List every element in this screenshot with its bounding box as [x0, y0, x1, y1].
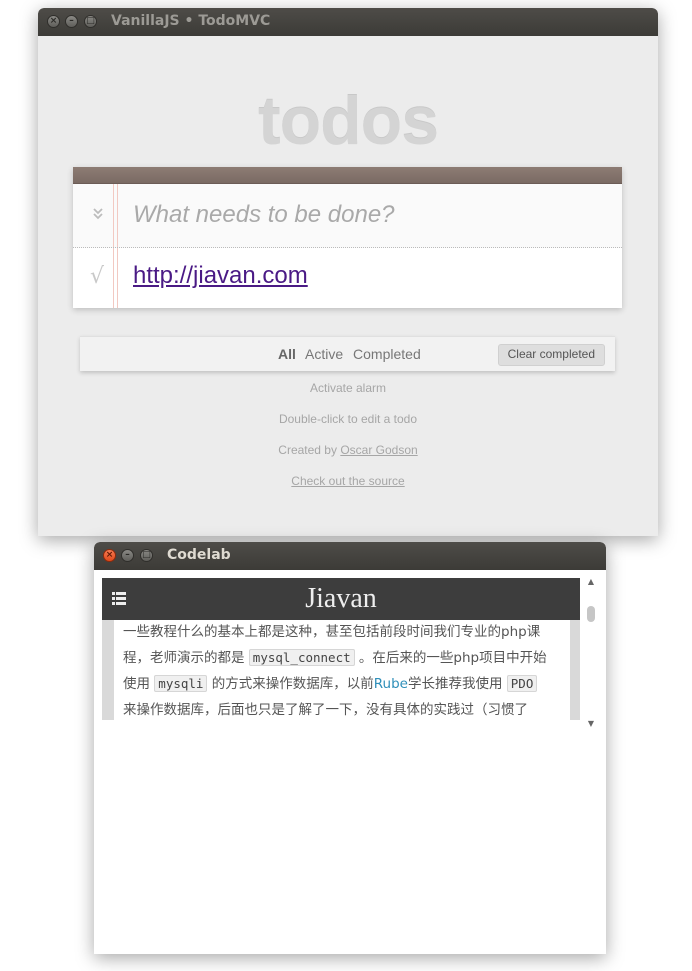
new-todo-row: [73, 184, 622, 248]
codelab-window: × – □ Codelab Jiavan 一些教程什么的基本上都是这种，甚至包括…: [94, 542, 606, 954]
window-title: Codelab: [167, 547, 231, 563]
maximize-window-button[interactable]: □: [84, 15, 97, 28]
article-text-span: 的方式来操作数据库，以前: [207, 676, 374, 692]
article-line: 使用 mysqli 的方式来操作数据库，以前Rube学长推荐我使用 PDO: [123, 671, 569, 697]
todo-footer: All Active Completed Clear completed: [80, 336, 615, 371]
minimize-window-button[interactable]: –: [121, 549, 134, 562]
author-link[interactable]: Oscar Godson: [340, 443, 417, 457]
minimize-window-button[interactable]: –: [65, 15, 78, 28]
article-link-rube[interactable]: Rube: [374, 676, 408, 692]
article-frame-right: [570, 620, 580, 720]
margin-line: [113, 184, 118, 247]
article-text-span: 使用: [123, 676, 155, 692]
article-text-span: 。在后来的一些php项目中开始: [354, 650, 547, 666]
completed-checkbox-icon[interactable]: √: [85, 264, 109, 290]
scroll-down-arrow-icon[interactable]: ▼: [587, 720, 595, 728]
inline-code: mysqli: [154, 675, 208, 692]
edit-hint-text: Double-click to edit a todo: [278, 412, 418, 426]
site-title[interactable]: Jiavan: [102, 583, 580, 615]
double-chevron-down-icon[interactable]: [89, 206, 107, 224]
codelab-content: Jiavan 一些教程什么的基本上都是这种，甚至包括前段时间我们专业的php课 …: [94, 570, 606, 954]
scroll-up-arrow-icon[interactable]: ▲: [587, 578, 595, 586]
article-line: 来操作数据库，后面也只是了解了一下，没有具体的实践过（习惯了: [123, 702, 528, 718]
close-window-button[interactable]: ×: [103, 549, 116, 562]
margin-line: [113, 248, 118, 308]
vertical-scrollbar[interactable]: ▲ ▼: [586, 578, 596, 728]
filter-completed[interactable]: Completed: [353, 346, 421, 362]
window-titlebar[interactable]: × – □ Codelab: [94, 542, 606, 570]
todomvc-window: × – □ VanillaJS • TodoMVC todos √: [38, 8, 658, 536]
created-by-text: Created by Oscar Godson: [38, 443, 658, 457]
window-title: VanillaJS • TodoMVC: [111, 13, 271, 29]
inline-code: mysql_connect: [248, 649, 355, 666]
inline-code: PDO: [506, 675, 538, 692]
created-by-prefix: Created by: [278, 443, 341, 457]
filters: All Active Completed: [278, 346, 427, 362]
source-link-line: Check out the source: [38, 474, 658, 488]
close-window-button[interactable]: ×: [47, 15, 60, 28]
todo-list-panel: √ http://jiavan.com: [73, 167, 622, 308]
maximize-window-button[interactable]: □: [140, 549, 153, 562]
source-link[interactable]: Check out the source: [291, 474, 404, 488]
filter-all[interactable]: All: [278, 346, 296, 362]
article-text-span: 学长推荐我使用: [407, 676, 507, 692]
new-todo-input[interactable]: [133, 200, 603, 230]
clear-completed-button[interactable]: Clear completed: [497, 344, 605, 366]
activate-alarm-text: Activate alarm: [309, 381, 387, 395]
article-frame-left: [102, 620, 114, 720]
todo-item-link[interactable]: http://jiavan.com: [133, 262, 308, 290]
article-line: 程，老师演示的都是 mysql_connect 。在后来的一些php项目中开始: [123, 645, 569, 671]
window-titlebar[interactable]: × – □ VanillaJS • TodoMVC: [38, 8, 658, 36]
todo-item[interactable]: √ http://jiavan.com: [73, 248, 622, 308]
app-title: todos: [257, 83, 439, 159]
scroll-thumb[interactable]: [587, 606, 595, 622]
article-line: 一些教程什么的基本上都是这种，甚至包括前段时间我们专业的php课: [123, 624, 541, 640]
article-body: 一些教程什么的基本上都是这种，甚至包括前段时间我们专业的php课 程，老师演示的…: [102, 620, 580, 720]
article-text: 一些教程什么的基本上都是这种，甚至包括前段时间我们专业的php课 程，老师演示的…: [123, 620, 569, 720]
filter-active[interactable]: Active: [305, 346, 343, 362]
todo-header-bar: [73, 167, 622, 184]
site-header: Jiavan: [102, 578, 580, 620]
todomvc-content: todos √ http://jiavan.com: [38, 36, 658, 536]
article-text-span: 程，老师演示的都是: [123, 650, 249, 666]
